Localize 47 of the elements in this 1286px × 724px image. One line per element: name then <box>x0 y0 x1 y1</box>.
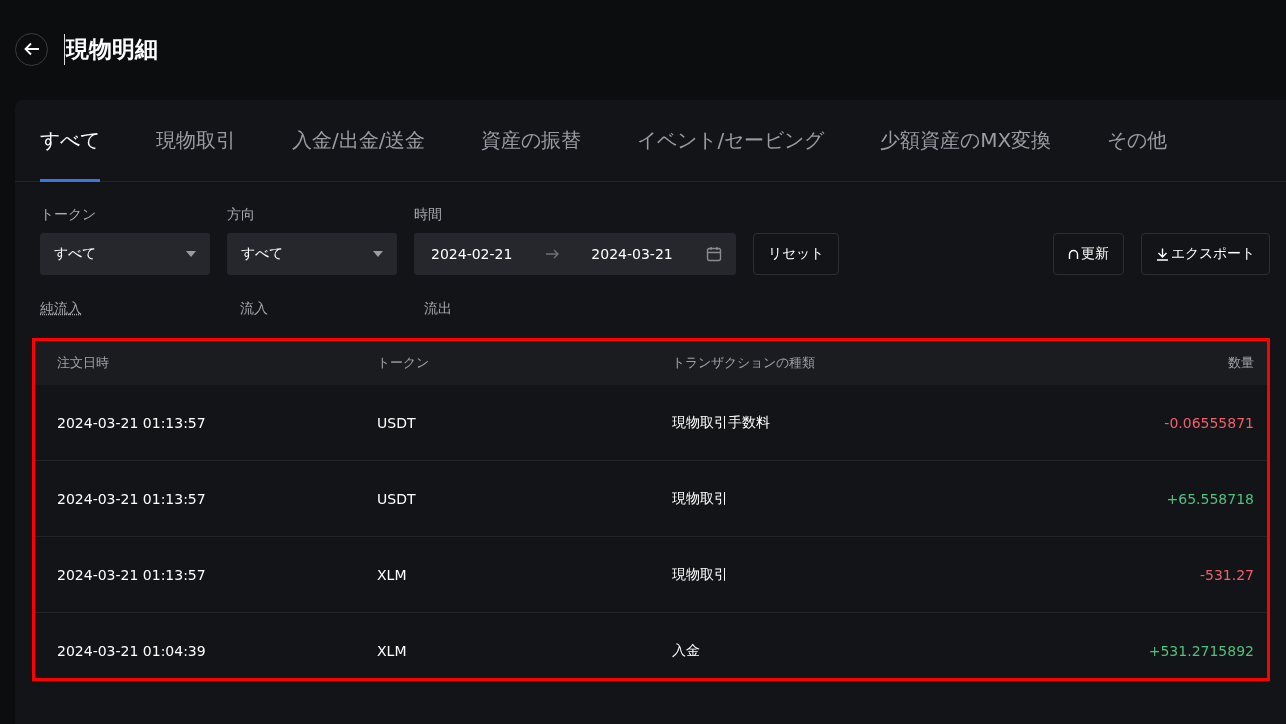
page-title: 現物明細 <box>64 33 158 65</box>
tab[interactable]: すべて <box>40 100 100 182</box>
arrow-right-icon <box>545 249 560 259</box>
filter-label: トークン <box>40 206 97 224</box>
summary-label: 流入 <box>240 300 269 318</box>
date-range-field[interactable]: 2024-02-21 2024-03-21 <box>414 233 736 275</box>
amount-cell-text: +531.2715892 <box>1147 642 1254 659</box>
tab[interactable]: 入金/出金/送金 <box>292 100 426 182</box>
token-dropdown[interactable]: すべて <box>40 233 210 275</box>
filter-label: 時間 <box>414 206 443 224</box>
tab[interactable]: 現物取引 <box>156 100 236 182</box>
table-cell-text: 現物取引 <box>672 565 729 584</box>
summary-label: 純流入 <box>40 300 83 318</box>
caret-icon <box>373 251 383 257</box>
calendar-icon <box>706 246 722 262</box>
column-header: トークン <box>377 354 430 372</box>
tab[interactable]: 少額資産のMX変換 <box>880 100 1052 182</box>
amount-cell-text: -0.06555871 <box>1163 414 1254 431</box>
column-header: 数量 <box>1227 354 1254 372</box>
table-cell-text: 現物取引 <box>672 489 729 508</box>
tab[interactable]: 資産の振替 <box>481 100 582 182</box>
table-cell-text: XLM <box>377 642 408 659</box>
table-cell-text: 2024-03-21 01:13:57 <box>57 490 207 507</box>
refresh-button[interactable]: 更新 <box>1053 233 1124 275</box>
tab[interactable]: イベント/セービング <box>637 100 825 182</box>
column-header: トランザクションの種類 <box>672 354 816 372</box>
table-cell-text: 入金 <box>672 641 701 660</box>
filter-label: 方向 <box>227 206 256 224</box>
table-cell-text: XLM <box>377 566 408 583</box>
table-cell-text: USDT <box>377 414 417 431</box>
table-cell-text: USDT <box>377 490 417 507</box>
column-header: 注文日時 <box>57 354 110 372</box>
table-cell-text: 2024-03-21 01:13:57 <box>57 414 207 431</box>
direction-dropdown[interactable]: すべて <box>227 233 397 275</box>
summary-label: 流出 <box>424 300 452 318</box>
back-arrow-icon <box>23 42 40 56</box>
table-cell-text: 現物取引手数料 <box>672 413 771 432</box>
amount-cell-text: -531.27 <box>1198 566 1254 583</box>
export-button[interactable]: エクスポート <box>1141 233 1270 275</box>
tab[interactable]: その他 <box>1107 100 1168 182</box>
table-cell-text: 2024-03-21 01:04:39 <box>57 642 207 659</box>
amount-cell-text: +65.558718 <box>1165 490 1254 507</box>
caret-icon <box>186 251 196 257</box>
reset-button[interactable]: リセット <box>753 233 839 275</box>
table-cell-text: 2024-03-21 01:13:57 <box>57 566 207 583</box>
refresh-icon <box>1068 248 1079 260</box>
download-icon <box>1156 247 1169 261</box>
